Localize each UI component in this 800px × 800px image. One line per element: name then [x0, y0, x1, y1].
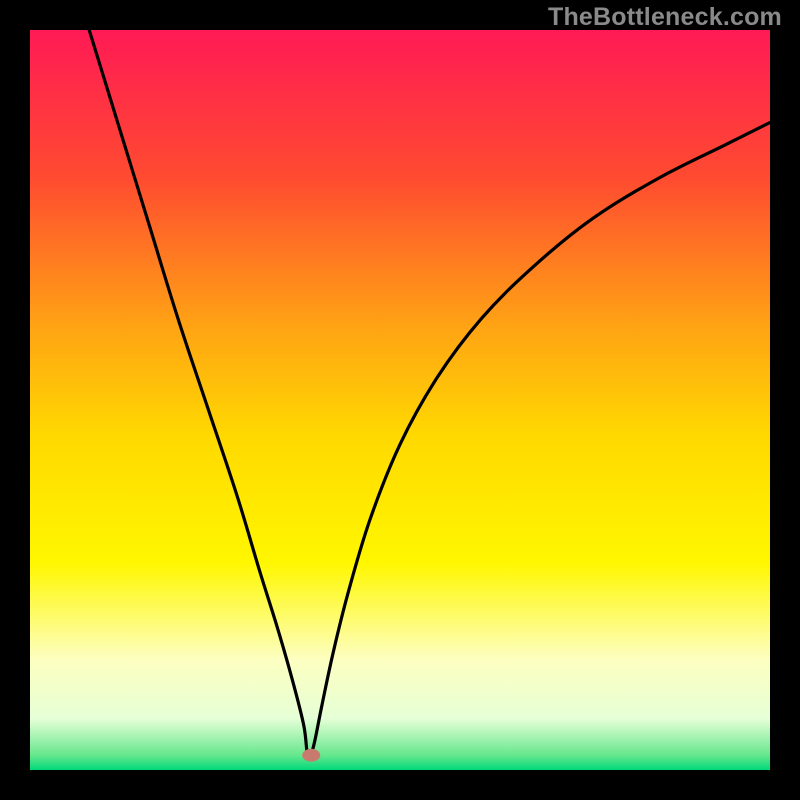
minimum-marker: [302, 749, 320, 762]
bottleneck-chart: [30, 30, 770, 770]
watermark-label: TheBottleneck.com: [548, 3, 782, 32]
chart-frame: TheBottleneck.com: [0, 0, 800, 800]
gradient-background: [30, 30, 770, 770]
